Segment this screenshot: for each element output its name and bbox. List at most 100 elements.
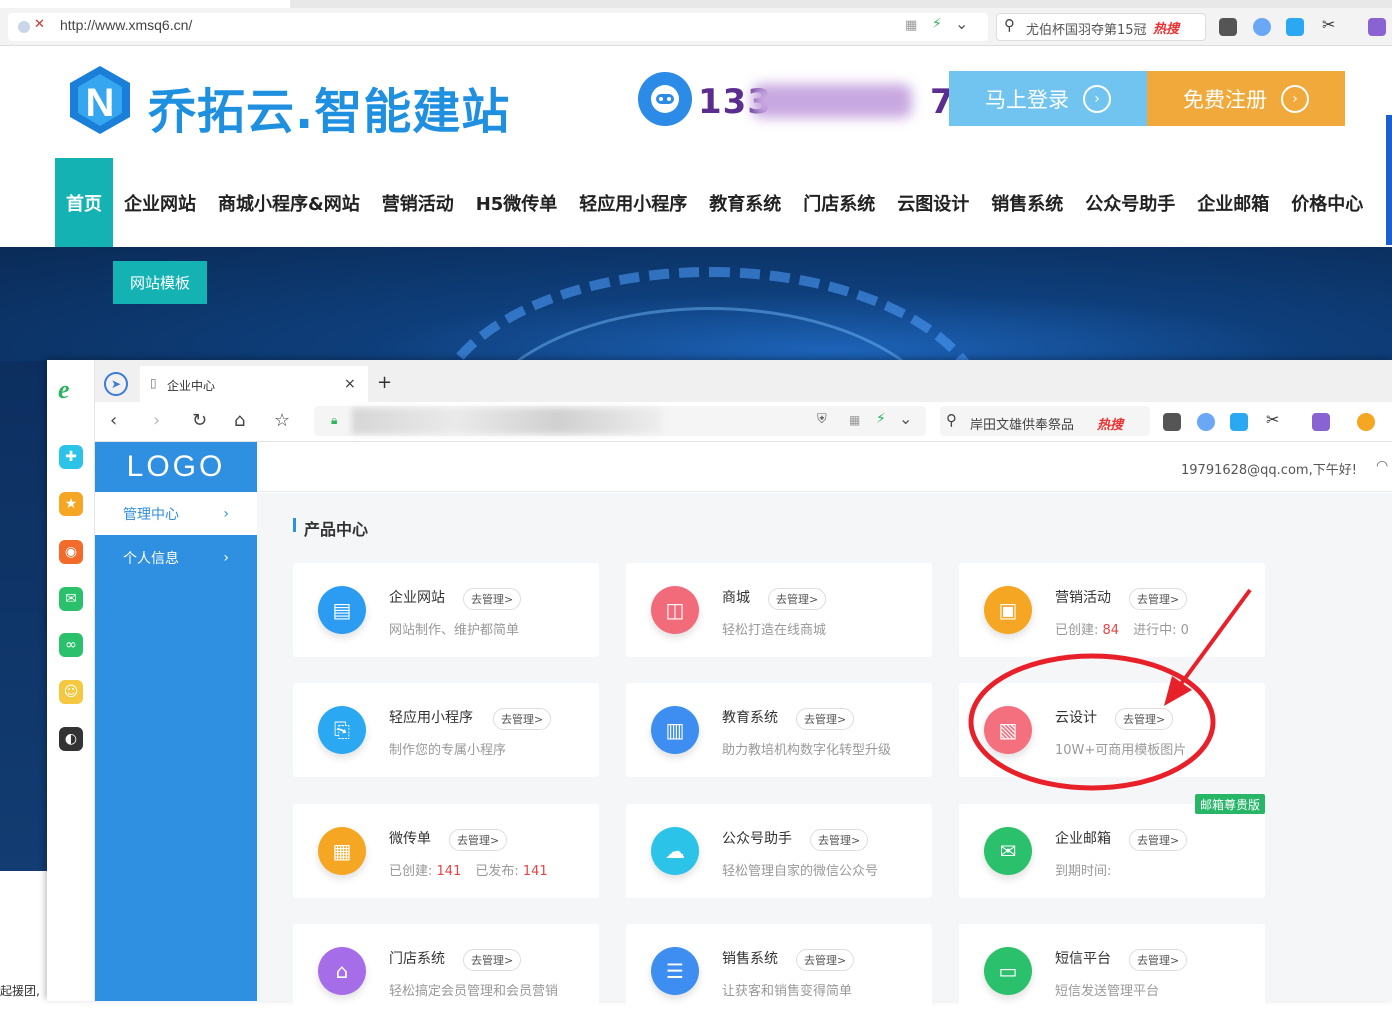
wallet-icon[interactable] <box>1357 413 1375 431</box>
panda-icon[interactable]: ◐ <box>59 727 83 751</box>
favorites-star-icon[interactable]: ★ <box>59 492 83 516</box>
manage-button[interactable]: 去管理> <box>768 588 826 610</box>
manage-button[interactable]: 去管理> <box>463 588 521 610</box>
login-button[interactable]: 马上登录› <box>949 71 1147 126</box>
shopping-bag-icon: ◫ <box>651 586 699 634</box>
nav-item-pricing[interactable]: 价格中心 <box>1280 158 1374 247</box>
tab-title[interactable]: 企业中心 <box>167 377 215 394</box>
forward-icon[interactable]: › <box>153 410 160 431</box>
headset-icon[interactable]: ◠ <box>1376 458 1388 474</box>
bookmark-star-icon[interactable]: ☆ <box>274 410 290 431</box>
translate-icon[interactable] <box>1312 413 1330 431</box>
nav-item-mall[interactable]: 商城小程序&网站 <box>207 158 371 247</box>
minus-icon[interactable] <box>1253 18 1271 36</box>
brand-logo-icon[interactable]: N <box>64 64 136 136</box>
reader-icon[interactable] <box>1219 18 1237 36</box>
mail-icon[interactable]: ✉ <box>59 587 83 611</box>
product-card[interactable]: ✉ 企业邮箱 去管理> 到期时间: 邮箱尊贵版 <box>959 804 1265 898</box>
login-label: 马上登录 <box>985 84 1069 114</box>
website-template-button[interactable]: 网站模板 <box>113 261 207 304</box>
product-card[interactable]: ▦ 微传单 去管理> 已创建: 141已发布: 141 <box>293 804 599 898</box>
nav-item-marketing[interactable]: 营销活动 <box>371 158 465 247</box>
card-description: 助力教培机构数字化转型升级 <box>722 739 891 758</box>
product-card[interactable]: ☁ 公众号助手 去管理> 轻松管理自家的微信公众号 <box>626 804 932 898</box>
section-title: 产品中心 <box>304 516 368 540</box>
product-card[interactable]: ☰ 销售系统 去管理> 让获客和销售变得简单 <box>626 924 932 1018</box>
product-card[interactable]: ⎘ 轻应用小程序 去管理> 制作您的专属小程序 <box>293 683 599 777</box>
manage-button[interactable]: 去管理> <box>463 949 521 971</box>
nav-item-home[interactable]: 首页 <box>55 158 113 247</box>
qr-code-icon[interactable]: ▦ <box>905 18 917 33</box>
nav-item-mail[interactable]: 企业邮箱 <box>1186 158 1280 247</box>
manage-button[interactable]: 去管理> <box>1129 829 1187 851</box>
speed-mode-icon[interactable]: ⚡ <box>932 16 942 32</box>
chevron-down-icon[interactable]: ⌄ <box>955 14 968 33</box>
triangle-app-icon[interactable] <box>1230 413 1248 431</box>
menu-item-profile[interactable]: 个人信息› <box>95 536 257 579</box>
hot-search-badge[interactable]: 热搜 <box>1153 18 1179 37</box>
lock-icon[interactable]: 🔒︎ <box>331 413 337 428</box>
nav-item-wechat[interactable]: 公众号助手 <box>1074 158 1186 247</box>
manage-button[interactable]: 去管理> <box>493 708 551 730</box>
hot-search-badge[interactable]: 热搜 <box>1097 414 1123 433</box>
flyer-icon: ▦ <box>318 827 366 875</box>
home-icon[interactable]: ⌂ <box>234 410 245 431</box>
mail-icon: ✉ <box>984 827 1032 875</box>
triangle-app-icon[interactable] <box>1286 18 1304 36</box>
product-card[interactable]: ◫ 商城 去管理> 轻松打造在线商城 <box>626 563 932 657</box>
manage-button[interactable]: 去管理> <box>1129 949 1187 971</box>
svg-text:N: N <box>86 81 115 125</box>
nav-item-website[interactable]: 企业网站 <box>113 158 207 247</box>
manage-button[interactable]: 去管理> <box>796 949 854 971</box>
weibo-icon[interactable]: ◉ <box>59 540 83 564</box>
product-card[interactable]: ▭ 短信平台 去管理> 短信发送管理平台 <box>959 924 1265 1018</box>
refresh-icon[interactable]: ↻ <box>192 410 207 431</box>
section-title-marker <box>293 518 296 532</box>
nav-item-sales[interactable]: 销售系统 <box>980 158 1074 247</box>
qr-code-icon[interactable]: ▦ <box>849 413 860 427</box>
chevron-down-icon[interactable]: ⌄ <box>899 409 912 428</box>
menu-item-manage-center[interactable]: 管理中心› <box>95 492 257 535</box>
reader-icon[interactable] <box>1163 413 1181 431</box>
game-avatar-icon[interactable]: ☺ <box>59 680 83 704</box>
brand-name[interactable]: 乔拓云.智能建站 <box>148 72 510 142</box>
navigation-icon[interactable]: ➤ <box>104 372 128 396</box>
card-title: 企业邮箱 <box>1055 828 1111 848</box>
nav-item-h5[interactable]: H5微传单 <box>465 158 569 247</box>
book-icon: ▥ <box>651 706 699 754</box>
close-tab-icon[interactable]: × <box>344 376 356 392</box>
cloud-link-icon[interactable]: ∞ <box>59 633 83 657</box>
product-card[interactable]: ▥ 教育系统 去管理> 助力教培机构数字化转型升级 <box>626 683 932 777</box>
background-search-text[interactable]: 尤伯杯国羽夺第15冠 <box>1026 19 1146 38</box>
background-active-tab[interactable] <box>0 0 290 8</box>
security-shield-icon[interactable]: ⛨ <box>817 412 827 427</box>
plugin-icon[interactable]: ✚ <box>59 445 83 469</box>
card-title: 公众号助手 <box>722 828 792 848</box>
manage-button[interactable]: 去管理> <box>810 829 868 851</box>
manage-button[interactable]: 去管理> <box>449 829 507 851</box>
manage-button[interactable]: 去管理> <box>796 708 854 730</box>
search-text[interactable]: 岸田文雄供奉祭品 <box>970 414 1074 433</box>
mute-icon[interactable]: ✕ <box>34 17 45 32</box>
chevron-right-icon: › <box>223 506 229 522</box>
product-card[interactable]: ▤ 企业网站 去管理> 网站制作、维护都简单 <box>293 563 599 657</box>
minus-icon[interactable] <box>1197 413 1215 431</box>
nav-item-miniapp[interactable]: 轻应用小程序 <box>568 158 698 247</box>
annotation-arrow-line <box>1178 590 1250 688</box>
browser-logo-icon[interactable]: e <box>58 375 70 405</box>
scissors-icon[interactable]: ✂ <box>1266 410 1279 429</box>
nav-item-store[interactable]: 门店系统 <box>792 158 886 247</box>
search-icon[interactable]: ⚲ <box>1004 16 1015 34</box>
nav-item-design[interactable]: 云图设计 <box>886 158 980 247</box>
register-button[interactable]: 免费注册› <box>1147 71 1345 126</box>
translate-icon[interactable] <box>1368 18 1386 36</box>
app-logo[interactable]: LOGO <box>95 442 257 492</box>
new-tab-button[interactable]: + <box>377 372 392 393</box>
nav-item-education[interactable]: 教育系统 <box>698 158 792 247</box>
product-card[interactable]: ⌂ 门店系统 去管理> 轻松搞定会员管理和会员营销 <box>293 924 599 1018</box>
background-url-text[interactable]: http://www.xmsq6.cn/ <box>60 17 192 33</box>
back-icon[interactable]: ‹ <box>110 410 117 431</box>
speed-mode-icon[interactable]: ⚡ <box>876 411 886 427</box>
search-icon[interactable]: ⚲ <box>946 411 957 429</box>
scissors-icon[interactable]: ✂ <box>1322 15 1335 34</box>
